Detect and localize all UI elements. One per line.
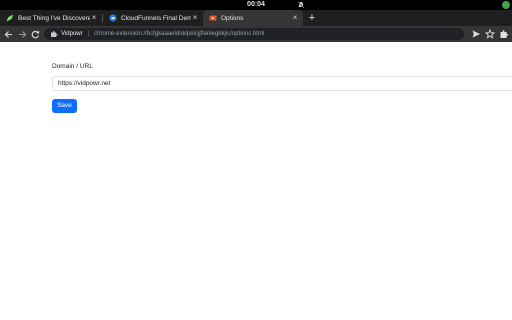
tab-title: Options bbox=[221, 14, 244, 22]
extension-favicon-icon bbox=[209, 15, 217, 21]
notification-off-icon[interactable] bbox=[297, 1, 305, 9]
reload-button[interactable] bbox=[31, 30, 40, 39]
cloudfunnels-favicon-icon bbox=[109, 14, 117, 22]
tab-cloudfunnels[interactable]: CloudFunnels Final Demo × bbox=[103, 10, 203, 26]
system-clock: 00:04 bbox=[247, 1, 265, 8]
close-tab-icon[interactable]: × bbox=[291, 14, 299, 22]
os-top-bar: 00:04 bbox=[0, 0, 512, 10]
forward-button[interactable] bbox=[18, 30, 27, 39]
puzzle-piece-icon bbox=[51, 31, 58, 37]
new-tab-button[interactable]: + bbox=[306, 10, 318, 26]
save-button[interactable]: Save bbox=[52, 99, 77, 113]
green-leaf-favicon-icon bbox=[6, 15, 13, 22]
bookmark-star-icon[interactable] bbox=[485, 29, 495, 39]
url-text[interactable]: chrome-extension://bcfgkaaaeldnklpelcjjf… bbox=[94, 31, 264, 37]
site-name: Vidpowr bbox=[61, 31, 83, 37]
status-indicator-icon[interactable] bbox=[502, 1, 510, 9]
address-bar[interactable]: Vidpowr | chrome-extension://bcfgkaaaeld… bbox=[44, 28, 464, 40]
tab-strip: Best Thing I've Discovered × CloudFunnel… bbox=[0, 10, 512, 26]
domain-url-input[interactable]: https://vidpowr.net bbox=[52, 76, 512, 91]
arrow-left-icon bbox=[4, 31, 12, 38]
close-tab-icon[interactable]: × bbox=[90, 14, 98, 22]
close-tab-icon[interactable]: × bbox=[191, 14, 199, 22]
domain-url-label: Domain / URL bbox=[52, 63, 93, 70]
extensions-icon[interactable] bbox=[499, 29, 509, 39]
reload-icon bbox=[31, 30, 40, 39]
tab-title: CloudFunnels Final Demo bbox=[121, 14, 191, 22]
back-button[interactable] bbox=[4, 30, 13, 39]
arrow-right-icon bbox=[19, 31, 27, 38]
tab-title: Best Thing I've Discovered bbox=[18, 14, 90, 22]
send-icon[interactable] bbox=[471, 29, 481, 39]
tab-best-thing[interactable]: Best Thing I've Discovered × bbox=[0, 10, 102, 26]
url-divider: | bbox=[87, 31, 90, 37]
tab-options[interactable]: Options × bbox=[203, 10, 303, 26]
